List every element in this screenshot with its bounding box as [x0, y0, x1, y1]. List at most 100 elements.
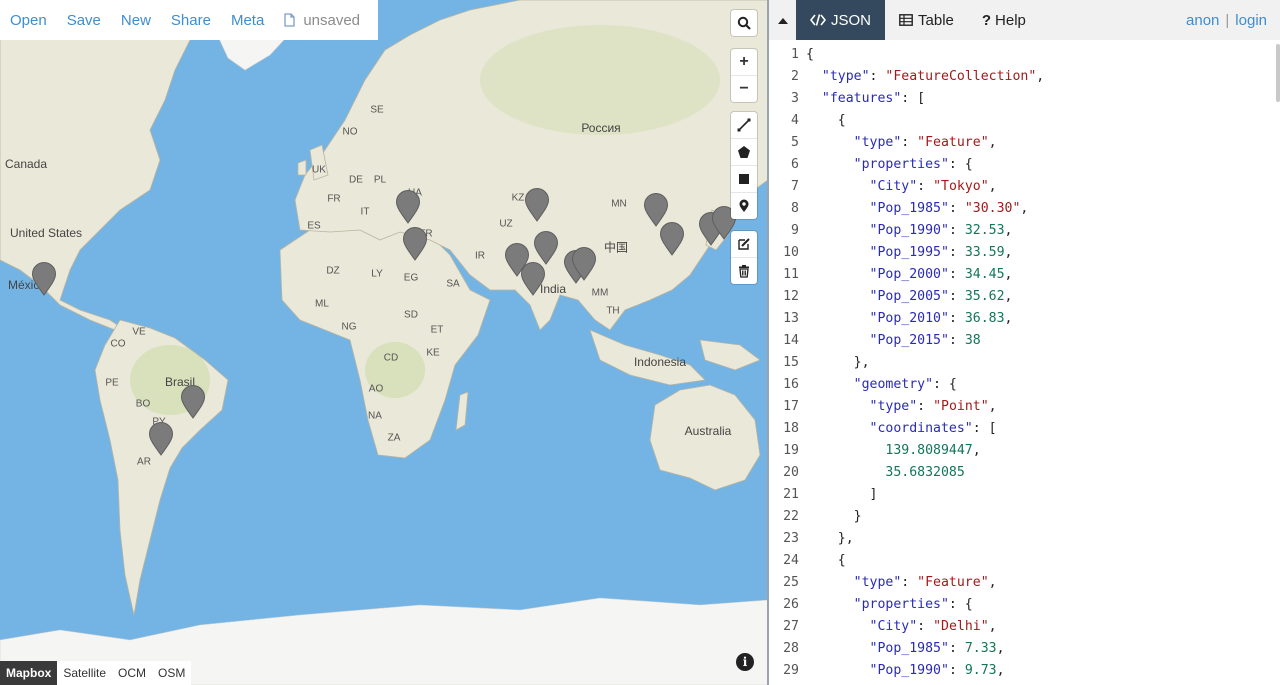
code-text: "type": "Point", [806, 399, 997, 414]
draw-polygon-button[interactable] [731, 139, 757, 166]
editor-scrollbar[interactable] [1276, 44, 1280, 102]
city-marker[interactable] [395, 190, 421, 224]
tab-json-label: JSON [831, 11, 872, 29]
city-marker[interactable] [524, 188, 550, 222]
code-line[interactable]: 24 { [769, 550, 1280, 572]
code-token: 38 [964, 333, 981, 348]
layer-mapbox[interactable]: Mapbox [0, 661, 58, 685]
code-text: { [806, 113, 846, 128]
city-marker[interactable] [148, 422, 174, 456]
city-marker[interactable] [571, 247, 597, 281]
code-line[interactable]: 21 ] [769, 484, 1280, 506]
code-line[interactable]: 25 "type": "Feature", [769, 572, 1280, 594]
meta-menu-item[interactable]: Meta [221, 12, 274, 29]
layer-satellite[interactable]: Satellite [57, 661, 112, 685]
code-token: : [948, 641, 965, 656]
zoom-out-button[interactable]: − [731, 76, 757, 102]
city-marker[interactable] [533, 231, 559, 265]
code-line[interactable]: 11 "Pop_2000": 34.45, [769, 264, 1280, 286]
tab-json[interactable]: JSON [796, 0, 886, 40]
code-line[interactable]: 8 "Pop_1985": "30.30", [769, 198, 1280, 220]
code-line[interactable]: 28 "Pop_1985": 7.33, [769, 638, 1280, 660]
edit-control [731, 231, 757, 284]
code-line[interactable]: 14 "Pop_2015": 38 [769, 330, 1280, 352]
code-line[interactable]: 16 "geometry": { [769, 374, 1280, 396]
city-marker[interactable] [180, 385, 206, 419]
code-token: , [1036, 69, 1045, 84]
draw-marker-button[interactable] [731, 193, 757, 219]
code-line[interactable]: 17 "type": "Point", [769, 396, 1280, 418]
code-token: "properties" [853, 597, 949, 612]
code-line[interactable]: 15 }, [769, 352, 1280, 374]
code-line[interactable]: 13 "Pop_2010": 36.83, [769, 308, 1280, 330]
draw-rectangle-button[interactable] [731, 166, 757, 193]
code-token: "FeatureCollection" [885, 69, 1037, 84]
code-line[interactable]: 26 "properties": { [769, 594, 1280, 616]
code-token: : [948, 267, 965, 282]
code-line[interactable]: 3 "features": [ [769, 88, 1280, 110]
info-icon[interactable]: i [736, 653, 754, 671]
code-line[interactable]: 5 "type": "Feature", [769, 132, 1280, 154]
code-token: "features" [821, 91, 902, 106]
code-line[interactable]: 9 "Pop_1990": 32.53, [769, 220, 1280, 242]
code-line[interactable]: 4 { [769, 110, 1280, 132]
save-menu-item[interactable]: Save [57, 12, 111, 29]
login-link[interactable]: login [1235, 12, 1267, 29]
map-view[interactable]: Россия Canada United States México Brasi… [0, 0, 768, 685]
city-marker[interactable] [402, 227, 428, 261]
map-pin-icon [31, 262, 57, 296]
code-line[interactable]: 12 "Pop_2005": 35.62, [769, 286, 1280, 308]
city-marker[interactable] [520, 262, 546, 296]
code-line[interactable]: 7 "City": "Tokyo", [769, 176, 1280, 198]
code-line[interactable]: 29 "Pop_1990": 9.73, [769, 660, 1280, 682]
code-text: "Pop_2010": 36.83, [806, 311, 1013, 326]
code-line[interactable]: 1{ [769, 44, 1280, 66]
australia-shape [649, 384, 761, 491]
code-text: "properties": { [806, 157, 973, 172]
code-line[interactable]: 27 "City": "Delhi", [769, 616, 1280, 638]
city-marker[interactable] [31, 262, 57, 296]
question-icon: ? [981, 11, 992, 29]
zoom-in-button[interactable]: + [731, 49, 757, 76]
code-token: : [869, 69, 886, 84]
code-token: 33.59 [964, 245, 1005, 260]
collapse-panel-button[interactable] [769, 0, 796, 40]
share-menu-item[interactable]: Share [161, 12, 221, 29]
caret-up-icon [777, 17, 788, 24]
new-menu-item[interactable]: New [111, 12, 161, 29]
layer-osm[interactable]: OSM [152, 661, 191, 685]
code-token: "Pop_2010" [869, 311, 949, 326]
code-line[interactable]: 19 139.8089447, [769, 440, 1280, 462]
code-line[interactable]: 23 }, [769, 528, 1280, 550]
code-line[interactable]: 22 } [769, 506, 1280, 528]
draw-line-button[interactable] [731, 112, 757, 139]
city-marker[interactable] [659, 222, 685, 256]
code-line[interactable]: 10 "Pop_1995": 33.59, [769, 242, 1280, 264]
tab-table[interactable]: Table [885, 0, 968, 40]
code-token: , [996, 641, 1005, 656]
code-line[interactable]: 18 "coordinates": [ [769, 418, 1280, 440]
delete-layers-button[interactable] [731, 258, 757, 284]
line-number: 18 [783, 421, 799, 436]
code-line[interactable]: 6 "properties": { [769, 154, 1280, 176]
code-line[interactable]: 2 "type": "FeatureCollection", [769, 66, 1280, 88]
code-text: ] [806, 487, 878, 502]
code-token: "coordinates" [869, 421, 973, 436]
code-token: "type" [853, 575, 902, 590]
tab-help[interactable]: ? Help [968, 0, 1040, 40]
document-status[interactable]: unsaved [274, 12, 370, 29]
json-editor[interactable]: 1{2 "type": "FeatureCollection", 3 "featu… [769, 44, 1280, 685]
search-button[interactable] [731, 10, 757, 36]
code-token: , [988, 399, 997, 414]
edit-layers-button[interactable] [731, 231, 757, 258]
draw-control [731, 112, 757, 219]
line-number: 27 [783, 619, 799, 634]
user-name-link[interactable]: anon [1186, 12, 1219, 29]
open-menu-item[interactable]: Open [0, 12, 57, 29]
code-token: , [1020, 201, 1029, 216]
layer-ocm[interactable]: OCM [112, 661, 152, 685]
editor-panel: JSON Table ? Help anon | login 1{2 "type… [769, 0, 1280, 685]
code-line[interactable]: 20 35.6832085 [769, 462, 1280, 484]
code-token: "Pop_1990" [869, 223, 949, 238]
